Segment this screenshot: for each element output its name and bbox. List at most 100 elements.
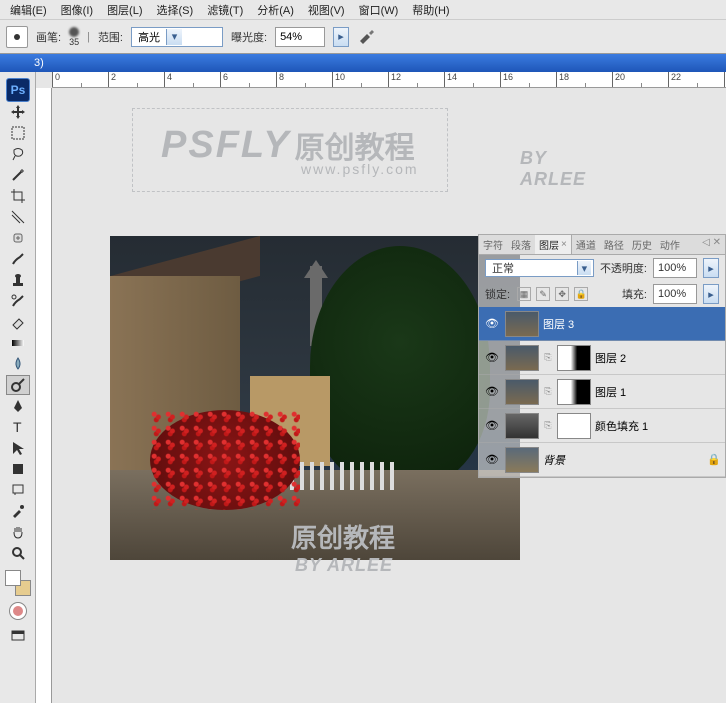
- visibility-icon[interactable]: 👁: [483, 419, 501, 432]
- exposure-label: 曝光度:: [231, 29, 267, 45]
- lock-pixels-icon[interactable]: ✎: [536, 287, 550, 301]
- layer-thumb[interactable]: [505, 413, 539, 439]
- close-icon[interactable]: ×: [561, 239, 567, 250]
- mask-thumb[interactable]: [557, 413, 591, 439]
- tab-history[interactable]: 历史: [628, 235, 656, 254]
- blur-tool[interactable]: [6, 354, 30, 374]
- document-title: 3): [34, 57, 44, 69]
- tool-preset-picker[interactable]: [6, 26, 28, 48]
- gradient-tool[interactable]: [6, 333, 30, 353]
- stamp-tool[interactable]: [6, 270, 30, 290]
- exposure-input[interactable]: 54%: [275, 27, 325, 47]
- menu-view[interactable]: 视图(V): [302, 0, 351, 20]
- layer-thumb[interactable]: [505, 345, 539, 371]
- notes-tool[interactable]: [6, 480, 30, 500]
- layer-thumb[interactable]: [505, 379, 539, 405]
- layer-name[interactable]: 颜色填充 1: [595, 418, 648, 434]
- shape-tool[interactable]: [6, 459, 30, 479]
- menu-edit[interactable]: 编辑(E): [4, 0, 53, 20]
- layer-name[interactable]: 图层 2: [595, 350, 626, 366]
- eraser-tool[interactable]: [6, 312, 30, 332]
- dodge-tool[interactable]: [6, 375, 30, 395]
- lock-position-icon[interactable]: ✥: [555, 287, 569, 301]
- visibility-icon[interactable]: 👁: [483, 317, 501, 330]
- tab-actions[interactable]: 动作: [656, 235, 684, 254]
- menu-window[interactable]: 窗口(W): [353, 0, 405, 20]
- canvas-image[interactable]: [110, 236, 520, 560]
- wand-tool[interactable]: [6, 165, 30, 185]
- range-value: 高光: [138, 29, 160, 45]
- heal-tool[interactable]: [6, 228, 30, 248]
- lock-all-icon[interactable]: 🔒: [574, 287, 588, 301]
- range-label: 范围:: [98, 29, 123, 45]
- workspace: Ps T 024681012141618202224: [0, 72, 726, 703]
- layer-thumb[interactable]: [505, 447, 539, 473]
- layer-name[interactable]: 背景: [543, 452, 565, 468]
- layer-list: 👁 图层 3 👁 ⎘ 图层 2 👁 ⎘: [479, 307, 725, 477]
- tab-character[interactable]: 字符: [479, 235, 507, 254]
- tab-channels[interactable]: 通道: [572, 235, 600, 254]
- menu-image[interactable]: 图像(I): [55, 0, 99, 20]
- panel-close-icon[interactable]: ◁ ✕: [702, 237, 721, 248]
- visibility-icon[interactable]: 👁: [483, 453, 501, 466]
- history-brush-tool[interactable]: [6, 291, 30, 311]
- layer-row[interactable]: 👁 背景 🔒: [479, 443, 725, 477]
- menu-layer[interactable]: 图层(L): [101, 0, 148, 20]
- foreground-color[interactable]: [5, 570, 21, 586]
- fill-input[interactable]: 100%: [653, 284, 697, 304]
- pen-tool[interactable]: [6, 396, 30, 416]
- opacity-flyout[interactable]: ▸: [703, 258, 719, 278]
- opacity-input[interactable]: 100%: [653, 258, 697, 278]
- lasso-tool[interactable]: [6, 144, 30, 164]
- layer-row[interactable]: 👁 ⎘ 图层 1: [479, 375, 725, 409]
- opacity-label: 不透明度:: [600, 260, 647, 276]
- watermark-top: PSFLY原创教程 www.psfly.com BY ARLEE: [132, 108, 448, 192]
- marquee-tool[interactable]: [6, 123, 30, 143]
- fill-flyout[interactable]: ▸: [703, 284, 719, 304]
- screen-mode-toggle[interactable]: [6, 626, 30, 646]
- menu-help[interactable]: 帮助(H): [406, 0, 455, 20]
- range-select[interactable]: 高光 ▾: [131, 27, 223, 47]
- menu-filter[interactable]: 滤镜(T): [201, 0, 249, 20]
- crop-tool[interactable]: [6, 186, 30, 206]
- ruler-vertical[interactable]: [36, 88, 52, 703]
- menu-select[interactable]: 选择(S): [151, 0, 200, 20]
- exposure-flyout[interactable]: ▸: [333, 27, 349, 47]
- mask-thumb[interactable]: [557, 345, 591, 371]
- layer-name[interactable]: 图层 3: [543, 316, 574, 332]
- fill-label: 填充:: [622, 286, 647, 302]
- menu-analysis[interactable]: 分析(A): [251, 0, 300, 20]
- eyedropper-tool[interactable]: [6, 501, 30, 521]
- tab-layers[interactable]: 图层×: [535, 235, 572, 254]
- type-tool[interactable]: T: [6, 417, 30, 437]
- slice-tool[interactable]: [6, 207, 30, 227]
- layer-row[interactable]: 👁 ⎘ 颜色填充 1: [479, 409, 725, 443]
- brush-picker[interactable]: 35: [69, 27, 79, 47]
- path-select-tool[interactable]: [6, 438, 30, 458]
- mask-thumb[interactable]: [557, 379, 591, 405]
- lock-label: 锁定:: [485, 286, 510, 302]
- brush-tool[interactable]: [6, 249, 30, 269]
- hand-tool[interactable]: [6, 522, 30, 542]
- document-region[interactable]: PSFLY原创教程 www.psfly.com BY ARLEE 原创教程 BY…: [52, 88, 726, 703]
- blend-mode-select[interactable]: 正常▾: [485, 259, 594, 277]
- layer-row[interactable]: 👁 图层 3: [479, 307, 725, 341]
- option-bar: 画笔: 35 | 范围: 高光 ▾ 曝光度: 54% ▸: [0, 20, 726, 54]
- visibility-icon[interactable]: 👁: [483, 385, 501, 398]
- tab-paragraph[interactable]: 段落: [507, 235, 535, 254]
- layer-row[interactable]: 👁 ⎘ 图层 2: [479, 341, 725, 375]
- quick-mask-toggle[interactable]: [9, 602, 27, 620]
- canvas-area: 024681012141618202224 PSFLY原创教程 www.psfl…: [36, 72, 726, 703]
- lock-transparent-icon[interactable]: ▦: [517, 287, 531, 301]
- ruler-horizontal[interactable]: 024681012141618202224: [52, 72, 726, 88]
- tab-paths[interactable]: 路径: [600, 235, 628, 254]
- zoom-tool[interactable]: [6, 543, 30, 563]
- airbrush-icon[interactable]: [357, 27, 377, 47]
- move-tool[interactable]: [6, 102, 30, 122]
- lock-icon: 🔒: [707, 453, 721, 466]
- layer-thumb[interactable]: [505, 311, 539, 337]
- watermark-bottom: 原创教程 BY ARLEE: [287, 518, 395, 576]
- visibility-icon[interactable]: 👁: [483, 351, 501, 364]
- color-swatch[interactable]: [5, 570, 31, 596]
- layer-name[interactable]: 图层 1: [595, 384, 626, 400]
